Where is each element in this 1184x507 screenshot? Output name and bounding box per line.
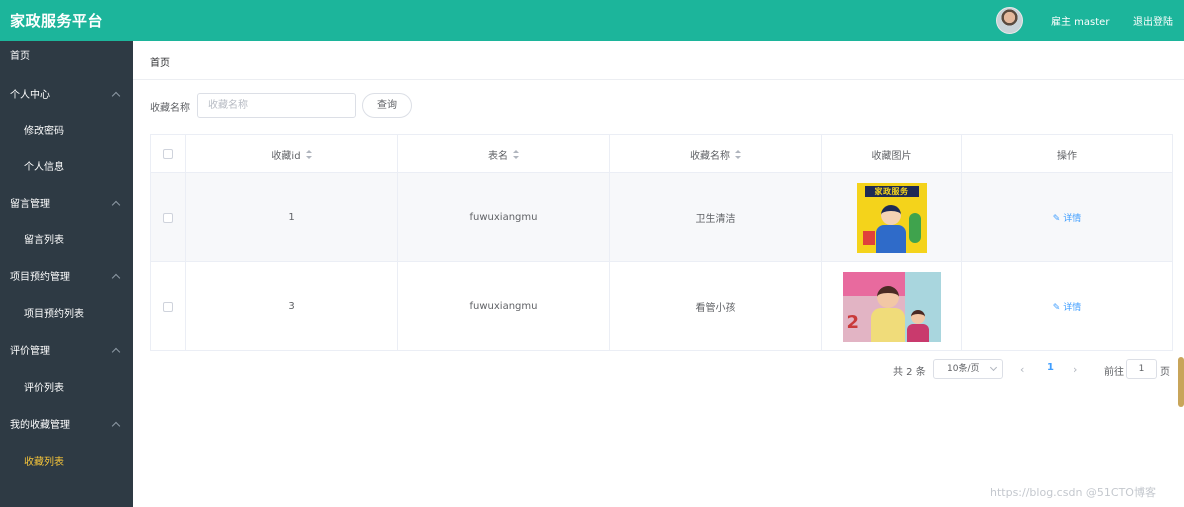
favorite-image[interactable]: 2: [842, 271, 941, 342]
search-input[interactable]: [197, 93, 356, 118]
cell-id: 3: [186, 262, 398, 351]
cell-image: 家政服务: [822, 173, 962, 262]
sidebar-group-booking[interactable]: 项目预约管理: [0, 264, 133, 292]
favorites-table: 收藏id 表名 收藏名称 收藏图片 操作 1 fuwuxiangmu 卫生清洁 …: [150, 134, 1173, 351]
goto-page-input[interactable]: [1126, 359, 1157, 379]
avatar[interactable]: [996, 7, 1023, 34]
chevron-up-icon: [111, 273, 121, 283]
cell-id: 1: [186, 173, 398, 262]
header-image: 收藏图片: [822, 135, 962, 173]
sidebar-item-favorite-list[interactable]: 收藏列表: [0, 449, 133, 477]
top-header: 家政服务平台 雇主 master 退出登陆: [0, 0, 1184, 41]
page-size-value: 10条/页: [947, 364, 980, 374]
sidebar-item-change-password[interactable]: 修改密码: [0, 118, 133, 146]
sidebar-group-label: 评价管理: [10, 346, 50, 357]
sidebar-item-booking-list[interactable]: 项目预约列表: [0, 301, 133, 329]
cell-actions: ✎ 详情: [962, 262, 1172, 351]
sidebar-group-favorites[interactable]: 我的收藏管理: [0, 412, 133, 440]
sidebar-item-message-list[interactable]: 留言列表: [0, 227, 133, 255]
header-table-name[interactable]: 表名: [398, 135, 610, 173]
watermark: https://blog.csdn @51CTO博客: [990, 486, 1156, 499]
row-checkbox[interactable]: [163, 301, 173, 312]
logout-link[interactable]: 退出登陆: [1133, 13, 1173, 28]
sidebar-group-label: 我的收藏管理: [10, 420, 70, 431]
sidebar-item-home[interactable]: 首页: [0, 43, 133, 71]
header-label: 表名: [488, 150, 508, 162]
header-name[interactable]: 收藏名称: [610, 135, 822, 173]
search-button[interactable]: 查询: [362, 93, 412, 118]
header-label: 收藏id: [271, 150, 301, 162]
sidebar-group-label: 项目预约管理: [10, 272, 70, 283]
chevron-up-icon: [111, 91, 121, 101]
chevron-up-icon: [111, 347, 121, 357]
edit-icon: ✎: [1052, 214, 1061, 224]
chevron-up-icon: [111, 200, 121, 210]
table-row: 1 fuwuxiangmu 卫生清洁 家政服务 ✎ 详情: [151, 173, 1172, 262]
sidebar-item-review-list[interactable]: 评价列表: [0, 375, 133, 403]
table-row: 3 fuwuxiangmu 看管小孩 2 ✎ 详情: [151, 262, 1172, 351]
pagination-total: 共 2 条: [893, 367, 926, 378]
sidebar-group-personal[interactable]: 个人中心: [0, 82, 133, 110]
header-actions: 操作: [962, 135, 1172, 173]
row-select-cell: [151, 262, 186, 351]
search-label: 收藏名称: [150, 103, 190, 114]
cell-name: 卫生清洁: [610, 173, 822, 262]
sidebar-group-reviews[interactable]: 评价管理: [0, 338, 133, 366]
scrollbar-handle[interactable]: [1178, 357, 1184, 407]
favorite-image[interactable]: 家政服务: [856, 182, 927, 253]
header-label: 收藏名称: [690, 150, 730, 162]
header-label: 操作: [1057, 150, 1077, 162]
sort-icon[interactable]: [513, 149, 519, 159]
sort-icon[interactable]: [305, 149, 312, 159]
image-banner-text: 家政服务: [864, 185, 919, 197]
edit-icon: ✎: [1052, 303, 1061, 313]
user-name[interactable]: 雇主 master: [1051, 13, 1109, 28]
sidebar-group-label: 个人中心: [10, 90, 50, 101]
next-page-button[interactable]: ›: [1073, 363, 1077, 376]
row-checkbox[interactable]: [163, 212, 173, 223]
goto-label: 前往: [1104, 367, 1124, 378]
page-suffix: 页: [1160, 367, 1170, 378]
sidebar: 首页 个人中心 修改密码 个人信息 留言管理 留言列表 项目预约管理 项目预约列…: [0, 41, 133, 507]
cell-table-name: fuwuxiangmu: [398, 173, 610, 262]
sidebar-group-label: 留言管理: [10, 199, 50, 210]
detail-button[interactable]: ✎ 详情: [1053, 300, 1082, 313]
cell-actions: ✎ 详情: [962, 173, 1172, 262]
chevron-down-icon: [989, 363, 998, 372]
cell-name: 看管小孩: [610, 262, 822, 351]
cell-image: 2: [822, 262, 962, 351]
app-title: 家政服务平台: [10, 12, 104, 30]
breadcrumb[interactable]: 首页: [150, 54, 170, 69]
table-header: 收藏id 表名 收藏名称 收藏图片 操作: [151, 135, 1172, 173]
sidebar-group-messages[interactable]: 留言管理: [0, 191, 133, 219]
cell-table-name: fuwuxiangmu: [398, 262, 610, 351]
header-id[interactable]: 收藏id: [186, 135, 398, 173]
select-all-checkbox[interactable]: [163, 149, 173, 159]
sidebar-item-personal-info[interactable]: 个人信息: [0, 154, 133, 182]
sort-icon[interactable]: [735, 149, 741, 159]
detail-button[interactable]: ✎ 详情: [1053, 211, 1082, 224]
divider: [133, 79, 1184, 80]
prev-page-button[interactable]: ‹: [1020, 363, 1024, 376]
page-size-select[interactable]: 10条/页: [933, 359, 1003, 379]
chevron-up-icon: [111, 421, 121, 431]
select-all-cell: [151, 135, 186, 173]
page-number-current[interactable]: 1: [1047, 362, 1054, 373]
row-select-cell: [151, 173, 186, 262]
header-label: 收藏图片: [871, 150, 912, 162]
